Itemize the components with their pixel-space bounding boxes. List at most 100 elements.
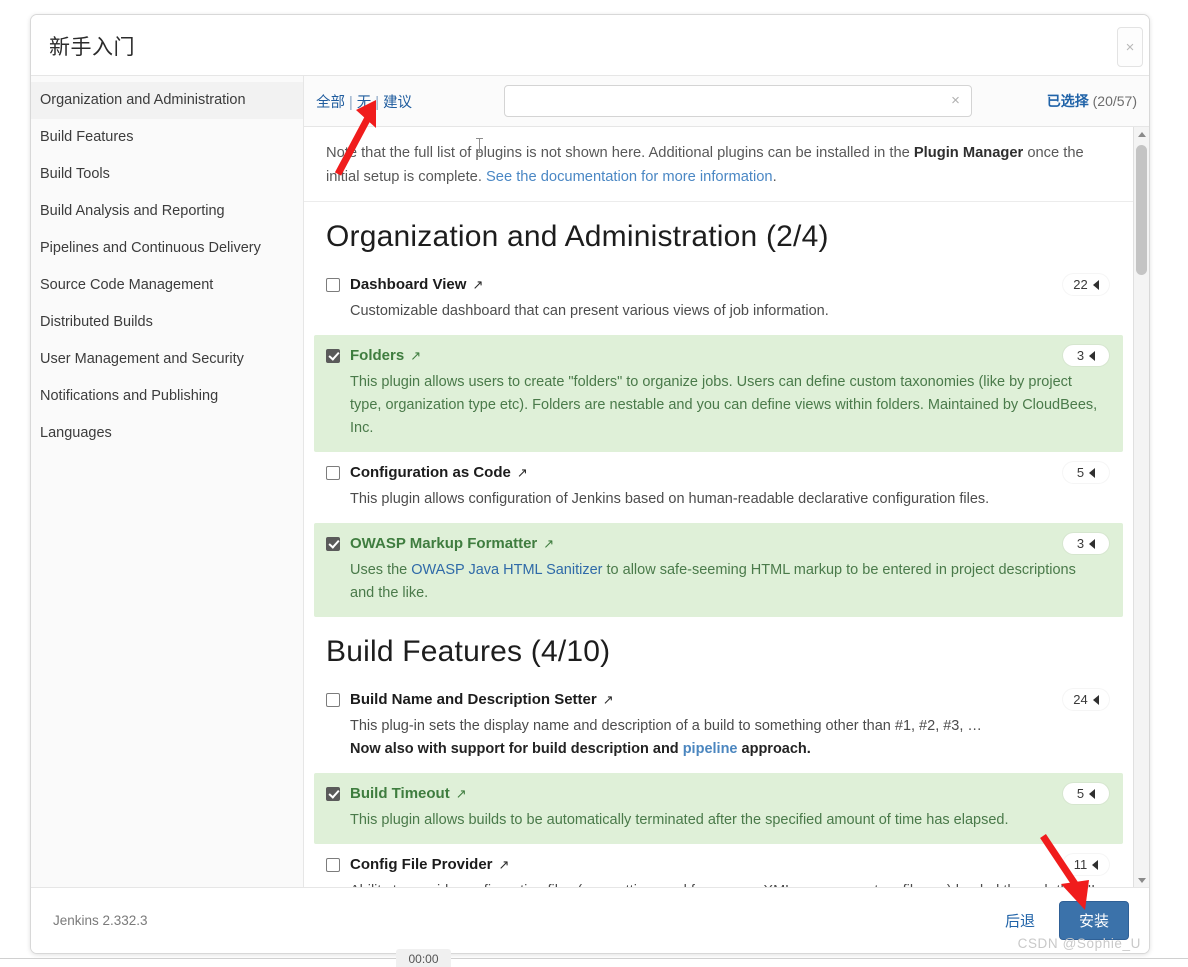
setup-wizard-dialog: 新手入门 × Organization and Administration B… (30, 14, 1150, 954)
external-link-icon[interactable]: ↗ (603, 692, 614, 708)
plugin-name: Configuration as Code (350, 464, 511, 481)
plugin-row-dashboard-view[interactable]: Dashboard View ↗ 22 Customizable dashboa… (314, 264, 1123, 335)
plugin-row-folders[interactable]: Folders ↗ 3 This plugin allows users to … (314, 335, 1123, 452)
dialog-titlebar: 新手入门 × (31, 15, 1149, 76)
plugin-panel: 全部 | 无 | 建议 × 已选择 (20/57) Note that the … (304, 76, 1149, 887)
caret-left-icon (1089, 350, 1096, 361)
description-bold-post: approach. (737, 741, 811, 757)
plugin-row-build-timeout[interactable]: Build Timeout ↗ 5 This plugin allows bui… (314, 773, 1123, 844)
plugin-name: Dashboard View (350, 276, 467, 293)
link-separator-1: | (349, 94, 353, 111)
select-all-link[interactable]: 全部 (316, 95, 345, 111)
plugin-row-configuration-as-code[interactable]: Configuration as Code ↗ 5 This plugin al… (314, 452, 1123, 523)
plugin-header: Build Timeout ↗ 5 (314, 779, 1123, 806)
plugin-dependency-badge[interactable]: 24 (1063, 689, 1109, 710)
plugin-description: Ability to provide configuration files (… (314, 877, 1123, 887)
plugin-checkbox-folders[interactable] (326, 348, 340, 363)
plugin-dependency-badge[interactable]: 22 (1063, 274, 1109, 295)
selection-links: 全部 | 无 | 建议 (316, 91, 412, 112)
plugin-dependency-badge[interactable]: 3 (1063, 345, 1109, 366)
sidebar-item-build-tools[interactable]: Build Tools (31, 156, 303, 193)
plugin-checkbox-configuration-as-code[interactable] (326, 465, 340, 480)
dialog-title: 新手入门 (49, 36, 135, 59)
plugin-name: Folders (350, 347, 405, 364)
sidebar-item-organization-and-administration[interactable]: Organization and Administration (31, 82, 303, 119)
plugin-list: Note that the full list of plugins is no… (304, 127, 1133, 887)
clear-search-icon[interactable]: × (947, 92, 964, 109)
plugin-description: This plugin allows builds to be automati… (350, 812, 1009, 828)
badge-count: 3 (1076, 348, 1085, 363)
plugin-description: This plug-in sets the display name and d… (314, 712, 1123, 763)
plugin-name: Build Name and Description Setter (350, 691, 597, 708)
plugin-name: Build Timeout (350, 785, 450, 802)
caret-left-icon (1089, 538, 1096, 549)
category-heading-build-features: Build Features (4/10) (326, 635, 611, 668)
caret-left-icon (1092, 279, 1099, 290)
category-heading-organization: Organization and Administration (2/4) (326, 220, 829, 253)
caret-left-icon (1089, 788, 1096, 799)
badge-count: 24 (1073, 692, 1088, 707)
documentation-link[interactable]: See the documentation for more informati… (486, 169, 773, 185)
description-bold-pre: Now also with support for build descript… (350, 741, 683, 757)
plugin-row-owasp-markup-formatter[interactable]: OWASP Markup Formatter ↗ 3 Uses the OWAS… (314, 523, 1123, 617)
sidebar-item-distributed-builds[interactable]: Distributed Builds (31, 304, 303, 341)
plugin-checkbox-config-file-provider[interactable] (326, 857, 340, 872)
plugin-row-config-file-provider[interactable]: Config File Provider ↗ 11 Ability to pro… (314, 844, 1123, 887)
sidebar-item-build-features[interactable]: Build Features (31, 119, 303, 156)
plugin-name: OWASP Markup Formatter (350, 535, 538, 552)
plugin-note: Note that the full list of plugins is no… (304, 127, 1133, 202)
caret-left-icon (1092, 694, 1099, 705)
external-link-icon[interactable]: ↗ (410, 348, 421, 364)
search-field-wrapper: × (504, 85, 973, 117)
plugin-checkbox-owasp-markup-formatter[interactable] (326, 536, 340, 551)
plugin-dependency-badge[interactable]: 5 (1063, 462, 1109, 483)
external-link-icon[interactable]: ↗ (517, 465, 528, 481)
back-button[interactable]: 后退 (999, 906, 1041, 935)
sidebar-item-pipelines-and-continuous-delivery[interactable]: Pipelines and Continuous Delivery (31, 230, 303, 267)
select-none-link[interactable]: 无 (357, 95, 372, 111)
footer-actions: 后退 安装 (999, 901, 1129, 940)
taskbar-clock[interactable]: 00:00 (396, 949, 451, 967)
taskbar-divider (0, 958, 1188, 959)
plugin-header: Configuration as Code ↗ 5 (314, 458, 1123, 485)
scroll-down-icon[interactable] (1134, 873, 1149, 887)
caret-left-icon (1089, 467, 1096, 478)
description-line-1: This plug-in sets the display name and d… (350, 718, 982, 734)
owasp-sanitizer-link[interactable]: OWASP Java HTML Sanitizer (411, 562, 602, 578)
plugin-dependency-badge[interactable]: 11 (1063, 854, 1109, 875)
external-link-icon[interactable]: ↗ (499, 857, 510, 873)
search-input[interactable] (504, 85, 973, 117)
external-link-icon[interactable]: ↗ (456, 786, 467, 802)
close-icon[interactable]: × (1117, 27, 1143, 67)
sidebar-item-languages[interactable]: Languages (31, 415, 303, 452)
sidebar-item-notifications-and-publishing[interactable]: Notifications and Publishing (31, 378, 303, 415)
sidebar-item-source-code-management[interactable]: Source Code Management (31, 267, 303, 304)
plugin-header: Dashboard View ↗ 22 (314, 270, 1123, 297)
scroll-up-icon[interactable] (1134, 127, 1149, 141)
note-plugin-manager: Plugin Manager (913, 145, 1024, 161)
scrollbar-thumb[interactable] (1136, 145, 1147, 275)
badge-count: 22 (1073, 277, 1088, 292)
badge-count: 3 (1076, 536, 1085, 551)
plugin-checkbox-dashboard-view[interactable] (326, 277, 340, 292)
install-button[interactable]: 安装 (1058, 901, 1129, 940)
select-suggested-link[interactable]: 建议 (383, 95, 412, 111)
plugin-description: Customizable dashboard that can present … (350, 303, 829, 319)
plugin-row-build-name-and-description-setter[interactable]: Build Name and Description Setter ↗ 24 T… (314, 679, 1123, 773)
pipeline-link[interactable]: pipeline (683, 741, 738, 757)
plugin-checkbox-build-name-and-description-setter[interactable] (326, 692, 340, 707)
plugin-dependency-badge[interactable]: 3 (1063, 533, 1109, 554)
plugin-description: This plugin allows configuration of Jenk… (350, 491, 990, 507)
external-link-icon[interactable]: ↗ (543, 536, 554, 552)
plugin-scroll-area: Note that the full list of plugins is no… (304, 127, 1149, 887)
sidebar-item-user-management-and-security[interactable]: User Management and Security (31, 341, 303, 378)
external-link-icon[interactable]: ↗ (472, 277, 483, 293)
caret-left-icon (1092, 859, 1099, 870)
selected-count-label[interactable]: 已选择 (1047, 93, 1089, 109)
link-separator-2: | (375, 94, 380, 111)
plugin-list-scrollbar[interactable] (1133, 127, 1149, 887)
plugin-header: Folders ↗ 3 (314, 341, 1123, 368)
plugin-checkbox-build-timeout[interactable] (326, 786, 340, 801)
plugin-dependency-badge[interactable]: 5 (1063, 783, 1109, 804)
sidebar-item-build-analysis-and-reporting[interactable]: Build Analysis and Reporting (31, 193, 303, 230)
